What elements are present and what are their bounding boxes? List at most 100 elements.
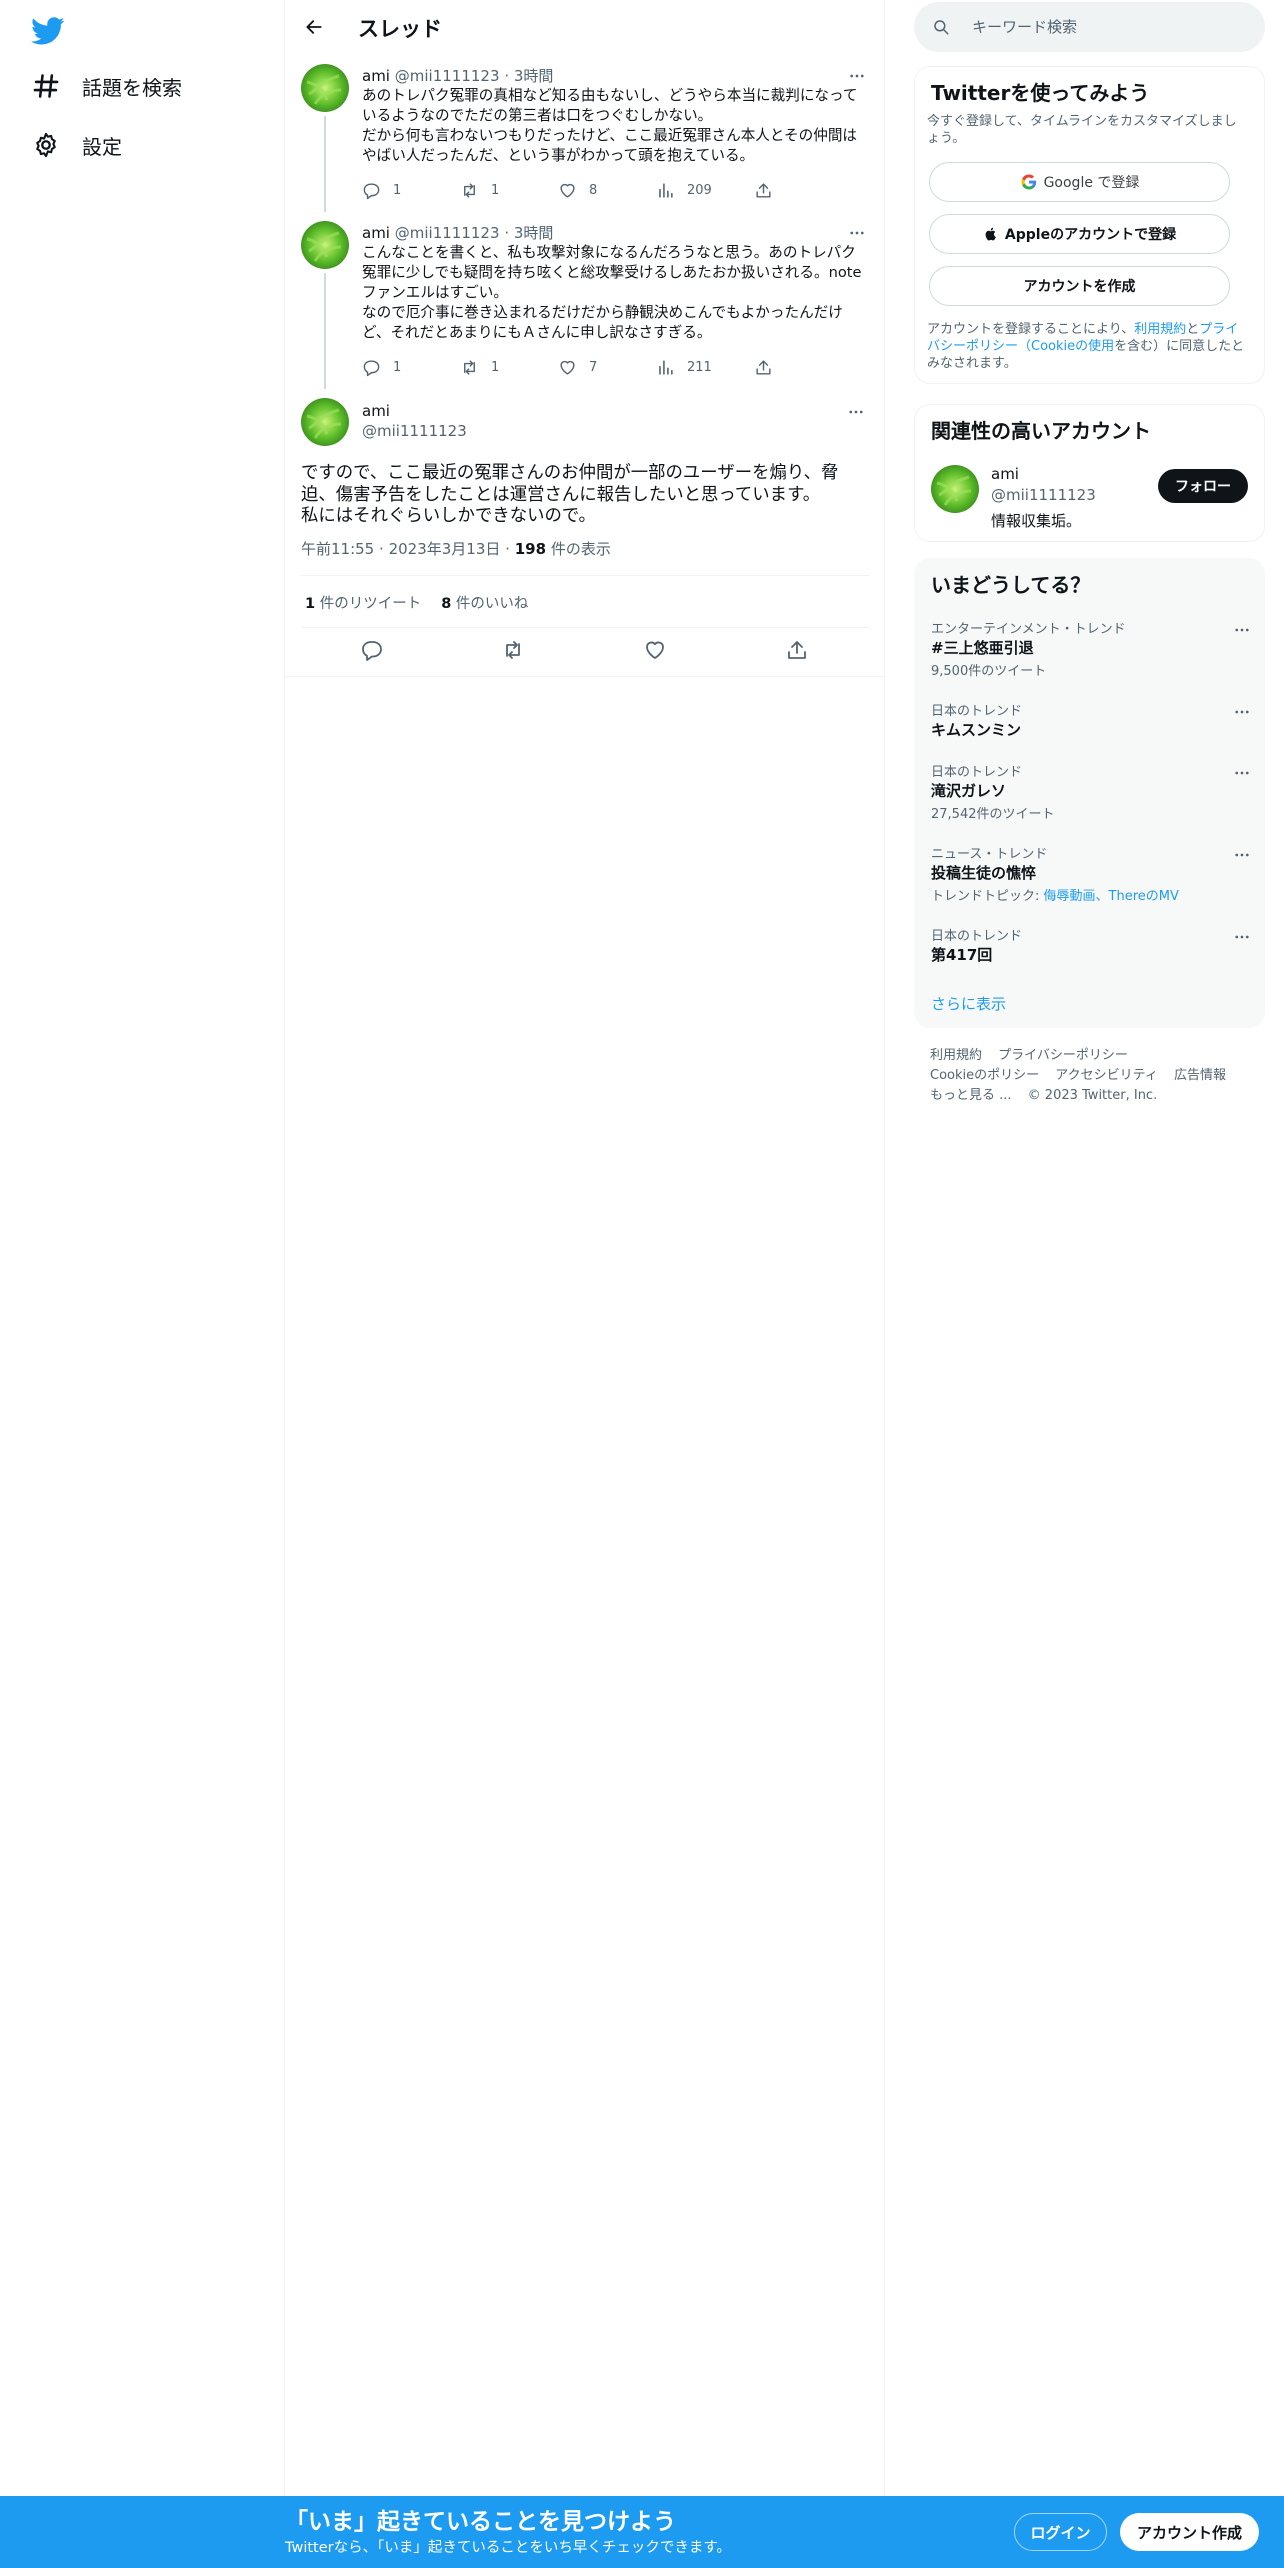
trend-count: 27,542件のツイート bbox=[931, 807, 1055, 822]
retweet-icon bbox=[464, 359, 475, 375]
create-account-button[interactable]: アカウントを作成 bbox=[929, 266, 1230, 306]
more-options-icon[interactable] bbox=[1232, 927, 1252, 947]
more-options-icon[interactable] bbox=[845, 64, 869, 88]
avatar[interactable] bbox=[301, 64, 349, 112]
related-account-handle[interactable]: @mii1111123 bbox=[991, 486, 1096, 504]
more-options-icon[interactable] bbox=[1232, 620, 1252, 640]
thread-tweet[interactable]: ami @mii1111123 · 3時間 こんなことを書くと、私も攻撃対象にな… bbox=[285, 219, 885, 389]
trend-item[interactable]: 日本のトレンド キムスンミン bbox=[915, 700, 1266, 770]
tweet-time[interactable]: 3時間 bbox=[514, 67, 554, 85]
reply-button[interactable]: 1 bbox=[362, 355, 401, 379]
retweet-icon bbox=[506, 641, 520, 659]
terms-link[interactable]: 利用規約 bbox=[1134, 322, 1186, 337]
thread-tweet[interactable]: ami @mii1111123 · 3時間 あのトレパク冤罪の真相など知る由もな… bbox=[285, 62, 885, 212]
more-options-icon[interactable] bbox=[845, 221, 869, 245]
tweet-time[interactable]: 午前11:55 bbox=[301, 540, 374, 558]
avatar[interactable] bbox=[931, 465, 979, 513]
views-button[interactable]: 211 bbox=[656, 355, 712, 379]
retweet-button[interactable]: 1 bbox=[460, 178, 499, 202]
twitter-bird-icon[interactable] bbox=[31, 14, 65, 48]
show-more-link[interactable]: さらに表示 bbox=[931, 993, 1006, 1014]
trend-category: ニュース・トレンド bbox=[931, 847, 1048, 862]
author-name[interactable]: ami bbox=[362, 67, 390, 85]
footer-link-ads[interactable]: 広告情報 bbox=[1174, 1068, 1226, 1083]
share-button[interactable] bbox=[754, 355, 773, 379]
signup-button[interactable]: アカウント作成 bbox=[1120, 2513, 1259, 2551]
nav-explore[interactable]: 話題を検索 bbox=[32, 62, 182, 110]
cookie-link[interactable]: （Cookieの使用 bbox=[1018, 339, 1114, 354]
views-button[interactable]: 209 bbox=[656, 178, 712, 202]
author-name[interactable]: ami bbox=[362, 402, 390, 420]
search-icon bbox=[932, 18, 950, 36]
trend-item[interactable]: 日本のトレンド 第417回 bbox=[915, 925, 1266, 995]
google-signup-button[interactable]: Google で登録 bbox=[929, 162, 1230, 202]
arrow-left-icon bbox=[306, 20, 322, 34]
trend-item[interactable]: 日本のトレンド 滝沢ガレソ 27,542件のツイート bbox=[915, 761, 1266, 831]
nav-settings[interactable]: 設定 bbox=[32, 121, 122, 169]
reply-icon bbox=[363, 359, 380, 376]
apple-icon bbox=[983, 226, 999, 242]
view-count: 209 bbox=[687, 182, 712, 198]
separator-dot: · bbox=[379, 540, 384, 558]
trend-topic-link[interactable]: 侮辱動画、ThereのMV bbox=[1044, 889, 1179, 904]
avatar[interactable] bbox=[301, 221, 349, 269]
main-column: スレッド ami @mii1111123 · 3時間 あのトレパク冤罪の真相など… bbox=[285, 0, 885, 2496]
footer-link-more[interactable]: もっと見る ... bbox=[930, 1088, 1012, 1103]
footer-link-accessibility[interactable]: アクセシビリティ bbox=[1055, 1068, 1158, 1083]
related-account-bio: 情報収集垢。 bbox=[991, 512, 1082, 530]
author-handle[interactable]: @mii1111123 bbox=[395, 224, 500, 242]
like-stat[interactable]: 8 件のいいね bbox=[441, 592, 528, 613]
trend-item[interactable]: エンターテインメント・トレンド #三上悠亜引退 9,500件のツイート bbox=[915, 618, 1266, 688]
retweet-button[interactable] bbox=[501, 638, 525, 662]
retweet-count: 1 bbox=[305, 596, 316, 612]
like-label: 件のいいね bbox=[455, 596, 529, 612]
more-options-icon[interactable] bbox=[1232, 702, 1252, 722]
author-handle[interactable]: @mii1111123 bbox=[362, 422, 467, 440]
retweet-stat[interactable]: 1 件のリツイート bbox=[305, 592, 421, 613]
reply-button[interactable] bbox=[360, 638, 384, 662]
login-button[interactable]: ログイン bbox=[1014, 2513, 1107, 2551]
search-input[interactable] bbox=[970, 17, 1250, 37]
hashtag-icon bbox=[32, 72, 60, 100]
like-button[interactable]: 7 bbox=[558, 355, 597, 379]
share-button[interactable] bbox=[754, 178, 773, 202]
like-button[interactable]: 8 bbox=[558, 178, 597, 202]
back-button[interactable] bbox=[297, 10, 331, 44]
more-options-icon[interactable] bbox=[1232, 845, 1252, 865]
divider bbox=[301, 627, 869, 628]
signup-banner: 「いま」起きていることを見つけよう Twitterなら、「いま」起きていることを… bbox=[0, 2496, 1284, 2568]
footer-link-terms[interactable]: 利用規約 bbox=[930, 1048, 982, 1063]
tweet-text: こんなことを書くと、私も攻撃対象になるんだろうなと思う。あのトレパク冤罪に少しで… bbox=[362, 244, 862, 341]
reply-icon bbox=[362, 641, 382, 661]
footer-link-privacy[interactable]: プライバシーポリシー bbox=[998, 1048, 1128, 1063]
retweet-button[interactable]: 1 bbox=[460, 355, 499, 379]
avatar[interactable] bbox=[301, 398, 349, 446]
trend-name: 投稿生徒の憔悴 bbox=[931, 864, 1037, 882]
tweet-actions: 1 1 8 209 bbox=[362, 178, 802, 202]
apple-signup-label: Appleのアカウントで登録 bbox=[1004, 227, 1177, 243]
tweet-time[interactable]: 3時間 bbox=[514, 224, 554, 242]
search-box[interactable] bbox=[914, 2, 1265, 52]
tweet-text: あのトレパク冤罪の真相など知る由もないし、どうやら本当に裁判になっているようなの… bbox=[362, 87, 858, 164]
apple-signup-button[interactable]: Appleのアカウントで登録 bbox=[929, 214, 1230, 254]
trends-title: いまどうしてる？ bbox=[931, 573, 1091, 597]
share-button[interactable] bbox=[785, 638, 809, 662]
author-name[interactable]: ami bbox=[362, 224, 390, 242]
tweet-date[interactable]: 2023年3月13日 bbox=[389, 540, 501, 558]
reply-button[interactable]: 1 bbox=[362, 178, 401, 202]
author-handle[interactable]: @mii1111123 bbox=[395, 67, 500, 85]
related-accounts-card: 関連性の高いアカウント ami @mii1111123 情報収集垢。 フォロー bbox=[914, 404, 1265, 542]
like-button[interactable] bbox=[643, 638, 667, 662]
separator-dot: · bbox=[504, 67, 510, 85]
trend-item[interactable]: ニュース・トレンド 投稿生徒の憔悴 トレンドトピック: 侮辱動画、ThereのM… bbox=[915, 843, 1266, 913]
trend-topic-prefix: トレンドトピック: bbox=[931, 889, 1044, 904]
page-title: スレッド bbox=[358, 17, 442, 41]
related-account-name[interactable]: ami bbox=[991, 465, 1019, 483]
more-options-icon[interactable] bbox=[1232, 763, 1252, 783]
signup-title: Twitterを使ってみよう bbox=[931, 81, 1150, 105]
views-chart-icon bbox=[659, 359, 673, 375]
footer-link-cookie[interactable]: Cookieのポリシー bbox=[930, 1068, 1039, 1083]
follow-button[interactable]: フォロー bbox=[1158, 469, 1248, 503]
more-options-icon[interactable] bbox=[844, 400, 868, 424]
tweet-actions: 1 1 7 211 bbox=[362, 355, 802, 379]
